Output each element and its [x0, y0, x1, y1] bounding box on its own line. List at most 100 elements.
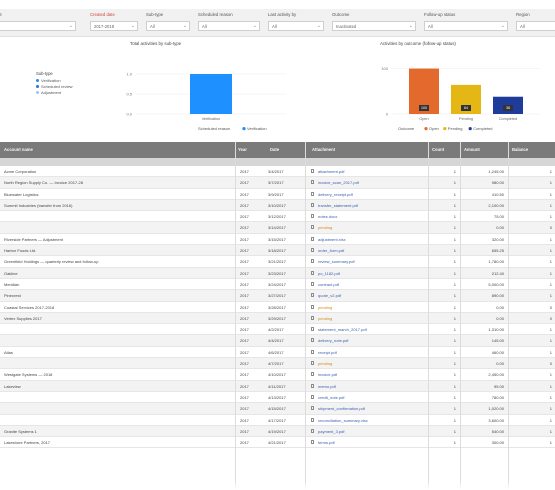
filter-dropdown[interactable]: All⌄ [268, 21, 324, 31]
cell-count: 1 [453, 304, 456, 310]
chevron-down-icon: ⌄ [68, 23, 73, 29]
bar[interactable] [190, 74, 232, 114]
filter-dropdown[interactable]: All⌄ [198, 21, 260, 31]
filter-dropdown[interactable]: 2017-2018 ⌄ [90, 21, 138, 31]
cell-attach[interactable]: shipment_confirmation.pdf [318, 406, 426, 411]
table-row[interactable]: 2017 3/14/2017 pending 1 0.00 0 [0, 222, 555, 234]
legend-title: Sub-type [36, 71, 53, 76]
table-row[interactable]: Harbor Foods Ltd. 2017 3/18/2017 order_form… [0, 245, 555, 257]
table-row[interactable]: 2017 4/4/2017 delivery_note.pdf 1 145.00 1 [0, 335, 555, 347]
cell-bal: 1 [549, 169, 552, 174]
table-row[interactable]: 2017 4/13/2017 credit_note.pdf 1 780.00 1 [0, 392, 555, 404]
table-row[interactable]: 2017 4/7/2017 pending 1 0.00 0 [0, 358, 555, 370]
table-row[interactable]: Coastal Services 2017-2018 2017 3/28/2017 p… [0, 302, 555, 313]
legend-marker [424, 127, 428, 131]
cell-attach[interactable]: order_form.pdf [318, 248, 426, 253]
table-row[interactable]: Granite Systems 1 2017 4/19/2017 payment_3.… [0, 425, 555, 438]
filter-dropdown[interactable]: Inactivated ⌄ [332, 21, 416, 31]
filter-value: All [428, 24, 433, 29]
file-icon [311, 259, 314, 264]
table-row[interactable]: Oakline 2017 3/23/2017 po_1182.pdf 1 212.40 1 [0, 267, 555, 279]
filter-dropdown[interactable]: All⌄ [424, 21, 508, 31]
filter-dropdown[interactable]: All⌄ [516, 21, 555, 31]
cell-date: 3/10/2017 [268, 202, 286, 208]
cell-year: 2017 [240, 270, 249, 276]
cell-attach[interactable]: reconciliation_summary.xlsx [318, 418, 426, 423]
file-icon [311, 394, 314, 399]
cell-attach[interactable]: transfer_statement.pdf [318, 203, 426, 208]
cell-year: 2017 [240, 248, 249, 254]
cell-attach[interactable]: review_summary.pdf [318, 259, 426, 264]
cell-attach[interactable]: invoice.pdf [318, 372, 426, 377]
table-row[interactable]: Atlas 2017 4/6/2017 receipt.pdf 1 460.00 1 [0, 347, 555, 359]
cell-year: 2017 [240, 169, 249, 174]
cell-date: 3/27/2017 [268, 293, 286, 299]
cell-attach[interactable]: terms.pdf [318, 440, 426, 445]
cell-name: Riverside Partners — Adjustment [4, 236, 63, 242]
cell-attach[interactable]: pending [318, 225, 426, 230]
table-row[interactable]: 2017 4/15/2017 shipment_confirmation.pdf 1 1… [0, 403, 555, 415]
cell-count: 1 [453, 428, 456, 434]
column-header[interactable]: Year [238, 147, 247, 152]
column-header[interactable]: Count [432, 147, 444, 152]
column-header[interactable]: Account name [4, 147, 33, 152]
cell-attach[interactable]: quote_v2.pdf [318, 293, 426, 298]
filter-dropdown[interactable]: All⌄ [146, 21, 190, 31]
cell-attach[interactable]: adjustment.xlsx [318, 237, 426, 242]
table-row[interactable]: North Region Supply Co. — Invoice 2017-2… [0, 177, 555, 189]
file-icon [311, 169, 314, 173]
cell-amount: 0.00 [496, 315, 504, 321]
cell-amount: 0.00 [496, 361, 504, 367]
table-row[interactable]: Vertex Supplies 2017 2017 3/29/2017 pending… [0, 312, 555, 325]
cell-attach[interactable]: delivery_note.pdf [318, 338, 426, 343]
cell-attach[interactable]: delivery_receipt.pdf [318, 192, 426, 197]
legend-item[interactable]: Adjustment [36, 90, 78, 96]
cell-bal: 1 [549, 259, 552, 265]
table-row[interactable]: Westgate Systems — 2018 2017 4/10/2017 invo… [0, 369, 555, 381]
cell-amount: 410.50 [491, 191, 504, 197]
file-icon [311, 338, 314, 343]
table-row[interactable]: Acme Corporation 2017 3/4/2017 attachment.p… [0, 166, 555, 178]
cell-date: 3/24/2017 [268, 281, 286, 287]
cell-attach[interactable]: invoice_scan_2017.pdf [318, 180, 426, 185]
filter-value: Inactivated [336, 24, 357, 29]
table-row[interactable]: Lakeview 2017 4/11/2017 memo.pdf 1 95.00 1 [0, 380, 555, 392]
column-header[interactable]: Date [270, 147, 279, 152]
table-row[interactable]: 2017 3/12/2017 notes.docx 1 75.00 1 [0, 211, 555, 223]
cell-attach[interactable]: credit_note.pdf [318, 395, 426, 400]
cell-amount: 1,245.00 [488, 169, 504, 174]
cell-attach[interactable]: memo.pdf [318, 384, 426, 389]
cell-bal: 0 [549, 225, 552, 231]
cell-attach[interactable]: notes.docx [318, 214, 426, 219]
cell-attach[interactable]: payment_3.pdf [318, 429, 426, 434]
table-row[interactable]: Pinecrest 2017 3/27/2017 quote_v2.pdf 1 890.0… [0, 290, 555, 302]
table-row[interactable]: Riverside Partners — Adjustment 2017 3/15/… [0, 234, 555, 246]
table-row[interactable]: Meridian 2017 3/24/2017 contract.pdf 1 5,000.… [0, 279, 555, 291]
cell-attach[interactable]: pending [318, 305, 426, 310]
cell-count: 1 [453, 394, 456, 400]
cell-amount: 5,000.00 [488, 281, 504, 287]
table-row[interactable]: Greenfield Holdings — quarterly review a… [0, 256, 555, 268]
cell-amount: 212.40 [491, 270, 504, 276]
table-row[interactable]: Lakeshore Partners, 2017 2017 4/21/2017 ter… [0, 437, 555, 449]
table-row[interactable]: 2017 4/2/2017 statement_march_2017.pdf 1 1,3… [0, 324, 555, 336]
cell-attach[interactable]: receipt.pdf [318, 350, 426, 355]
cell-attach[interactable]: contract.pdf [318, 282, 426, 287]
filter-dropdown[interactable]: All⌄ [0, 21, 76, 31]
table-body: Acme Corporation 2017 3/4/2017 attachment.p… [0, 166, 555, 449]
table-row[interactable]: Summit Industries (transfer from 2016) 20… [0, 199, 555, 212]
column-header[interactable]: Attachment [312, 147, 335, 152]
cell-attach[interactable]: po_1182.pdf [318, 271, 426, 276]
table-row[interactable]: 2017 4/17/2017 reconciliation_summary.xlsx… [0, 415, 555, 426]
table-row[interactable]: Bluewater Logistics 2017 3/9/2017 delivery_… [0, 189, 555, 200]
cell-attach[interactable]: pending [318, 316, 426, 321]
filter-2: Sub-type All ⌄ [146, 11, 194, 33]
file-icon [311, 349, 314, 354]
cell-attach[interactable]: statement_march_2017.pdf [318, 327, 426, 332]
column-header[interactable]: Balance [512, 147, 528, 152]
cell-attach[interactable]: pending [318, 361, 426, 366]
cell-attach[interactable]: attachment.pdf [318, 169, 426, 174]
cell-amount: 0.00 [496, 304, 504, 310]
cell-count: 1 [453, 383, 456, 389]
column-header[interactable]: Amount [464, 147, 480, 152]
